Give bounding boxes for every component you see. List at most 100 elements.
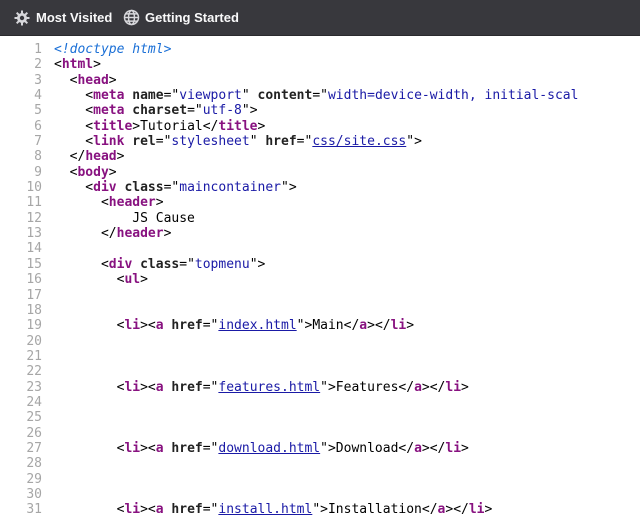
source-text: =" (296, 134, 313, 150)
tag-name: li (124, 379, 141, 395)
source-line: 21 (0, 349, 640, 364)
line-number: 21 (26, 348, 42, 364)
line-number: 12 (26, 210, 42, 226)
tag-name: html (61, 57, 94, 73)
tag-name: a (155, 318, 164, 334)
line-number: 29 (26, 471, 42, 487)
attribute-value: stylesheet (171, 134, 250, 150)
source-text: >Tutorial</ (132, 118, 219, 134)
source-text: >< (140, 440, 156, 456)
source-text: ></ (421, 379, 446, 395)
source-text: =" (163, 88, 180, 104)
source-text: > (155, 195, 164, 211)
source-text: > (93, 57, 101, 73)
tag-name: li (124, 502, 141, 518)
line-content: <div class="maincontainer"> (54, 180, 297, 196)
source-line: 18 (0, 303, 640, 318)
line-number: 9 (34, 164, 42, 180)
source-line: 3 <head> (0, 73, 640, 88)
source-link[interactable]: install.html (218, 502, 312, 517)
source-text: >< (140, 502, 156, 518)
line-content: <header> (54, 195, 164, 210)
source-text: =" (179, 256, 195, 272)
source-text: < (54, 272, 125, 288)
source-text: < (54, 103, 94, 119)
source-text: ></ (421, 440, 446, 456)
line-number: 14 (26, 241, 42, 257)
attribute-name: charset (132, 103, 188, 119)
attribute-name: content (257, 88, 313, 104)
source-text: =" (202, 318, 219, 334)
tag-name: li (124, 318, 141, 334)
source-link[interactable]: features.html (218, 380, 320, 395)
line-content: <li><a href="index.html">Main</a></li> (54, 318, 414, 333)
tag-name: a (414, 440, 422, 456)
source-line: 13 </header> (0, 226, 640, 241)
source-line: 9 <body> (0, 165, 640, 180)
source-line: 17 (0, 288, 640, 303)
source-text: < (54, 502, 125, 518)
source-line: 8 </head> (0, 149, 640, 164)
tag-name: head (77, 72, 109, 88)
source-link[interactable]: download.html (218, 441, 320, 456)
source-line: 16 <ul> (0, 272, 640, 287)
line-content: <li><a href="features.html">Features</a>… (54, 380, 469, 395)
tag-name: body (77, 164, 109, 180)
tag-name: a (414, 379, 422, 395)
line-number: 8 (34, 149, 42, 165)
source-line: 20 (0, 334, 640, 349)
source-link[interactable]: index.html (218, 318, 296, 333)
source-line: 26 (0, 426, 640, 441)
source-line: 2 <html> (0, 57, 640, 72)
line-content: <!doctype html> (54, 42, 171, 57)
source-text: ">Features</ (320, 379, 415, 395)
tag-name: li (445, 379, 462, 395)
line-number: 27 (26, 440, 42, 456)
source-text: "> (241, 103, 258, 119)
tag-name: ul (124, 272, 141, 288)
source-link[interactable]: css/site.css (312, 134, 406, 149)
line-number: 3 (34, 72, 42, 88)
source-line: 15 <div class="topmenu"> (0, 257, 640, 272)
bookmark-most-visited[interactable]: Most Visited (13, 0, 112, 35)
source-text: "> (281, 180, 297, 196)
attribute-value: topmenu (194, 256, 250, 272)
source-text: " (241, 88, 258, 104)
source-text: >< (140, 318, 156, 334)
line-number: 24 (26, 394, 42, 410)
source-line: 19 <li><a href="index.html">Main</a></li… (0, 318, 640, 333)
line-content: </head> (54, 149, 125, 165)
source-text: > (461, 440, 469, 456)
attribute-value: width=device-width, initial-scal (327, 88, 579, 104)
line-number: 19 (26, 318, 42, 334)
line-content: <html> (54, 57, 101, 72)
source-text: =" (187, 103, 203, 119)
bookmarks-toolbar: Most Visited Getting Started (0, 0, 640, 36)
source-text: </ (54, 226, 117, 242)
source-text: < (54, 118, 94, 134)
line-number: 25 (26, 410, 42, 426)
source-text: > (140, 272, 148, 288)
tag-name: meta (93, 88, 125, 104)
source-text: >< (140, 379, 156, 395)
source-text: " (249, 134, 266, 150)
source-text: > (257, 118, 266, 134)
source-text: > (461, 379, 469, 395)
source-text: "> (406, 134, 422, 150)
line-number: 1 (34, 42, 42, 57)
source-text: < (54, 57, 62, 73)
tag-name: header (108, 195, 156, 211)
line-number: 2 (34, 57, 42, 73)
source-text: ></ (367, 318, 391, 334)
tag-name: title (218, 118, 258, 134)
tag-name: head (85, 149, 117, 165)
bookmark-getting-started[interactable]: Getting Started (122, 0, 239, 35)
source-line: 4 <meta name="viewport" content="width=d… (0, 88, 640, 103)
source-line: 11 <header> (0, 195, 640, 210)
attribute-value: viewport (179, 88, 242, 104)
attribute-name: href (171, 440, 203, 456)
tag-name: a (155, 379, 164, 395)
source-text: =" (163, 180, 180, 196)
source-view: 1 <!doctype html> 2 <html> 3 <head> 4 <meta n… (0, 42, 640, 518)
doctype-comment: <!doctype html> (54, 42, 172, 57)
